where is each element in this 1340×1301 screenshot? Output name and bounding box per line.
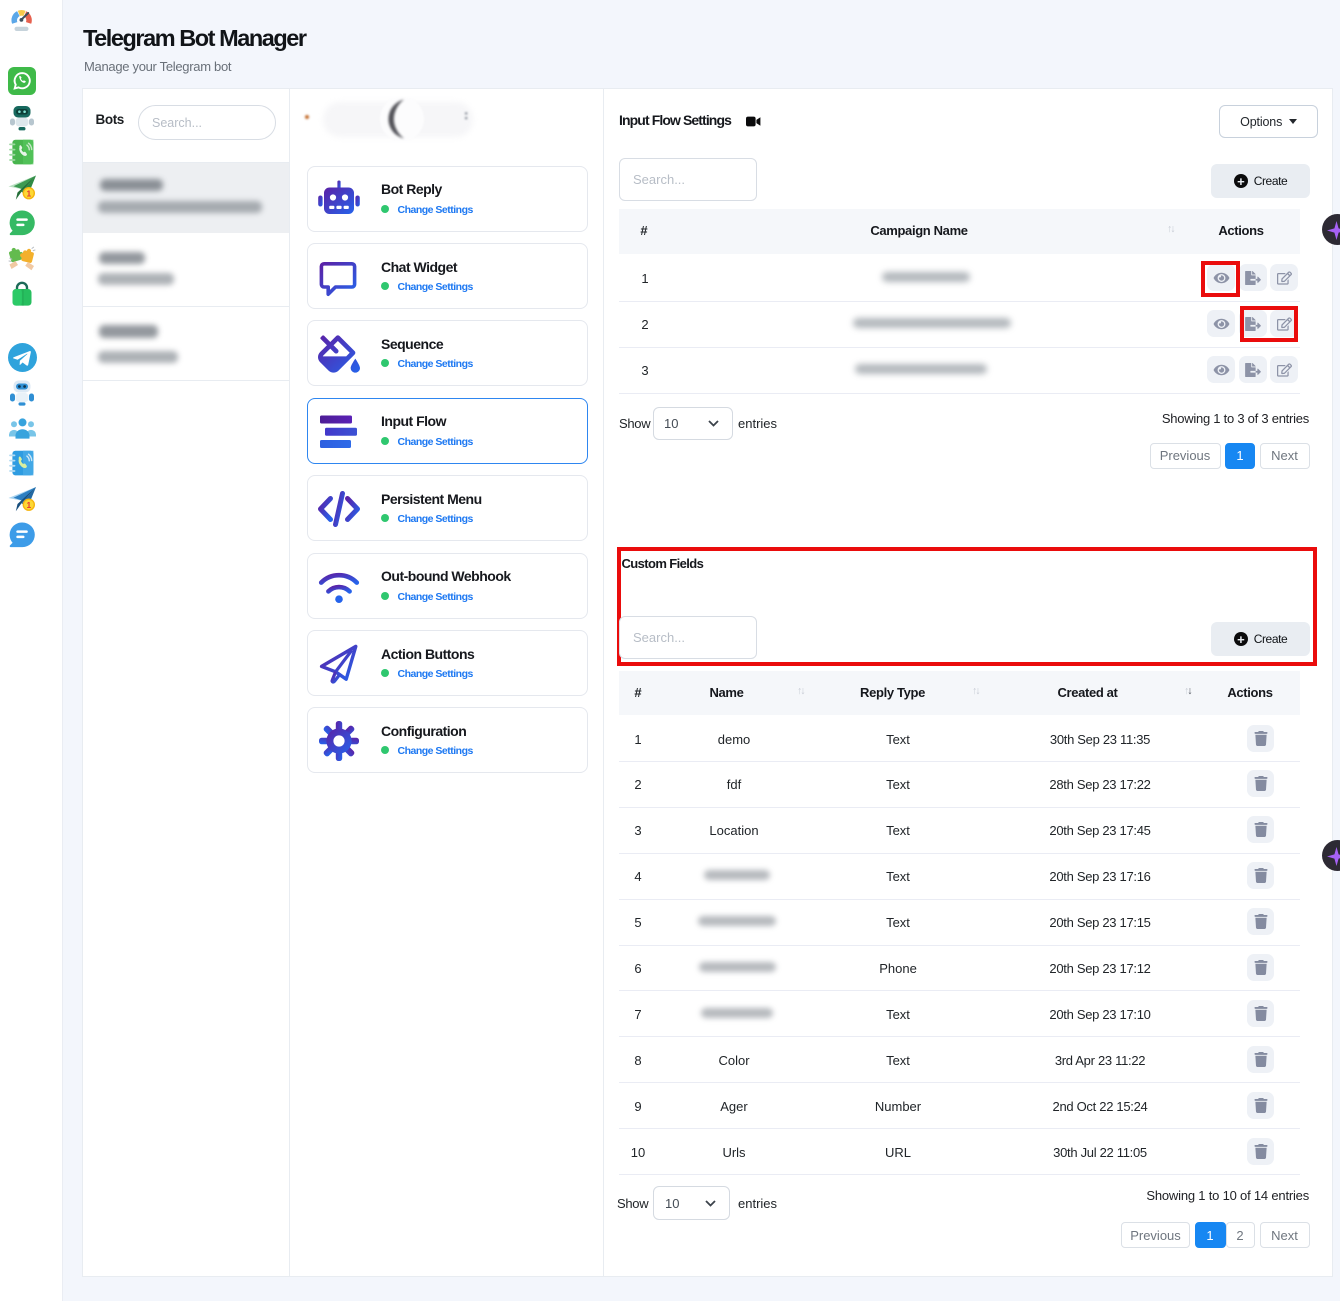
svg-text:1: 1: [26, 188, 31, 198]
svg-text:1: 1: [26, 500, 31, 510]
